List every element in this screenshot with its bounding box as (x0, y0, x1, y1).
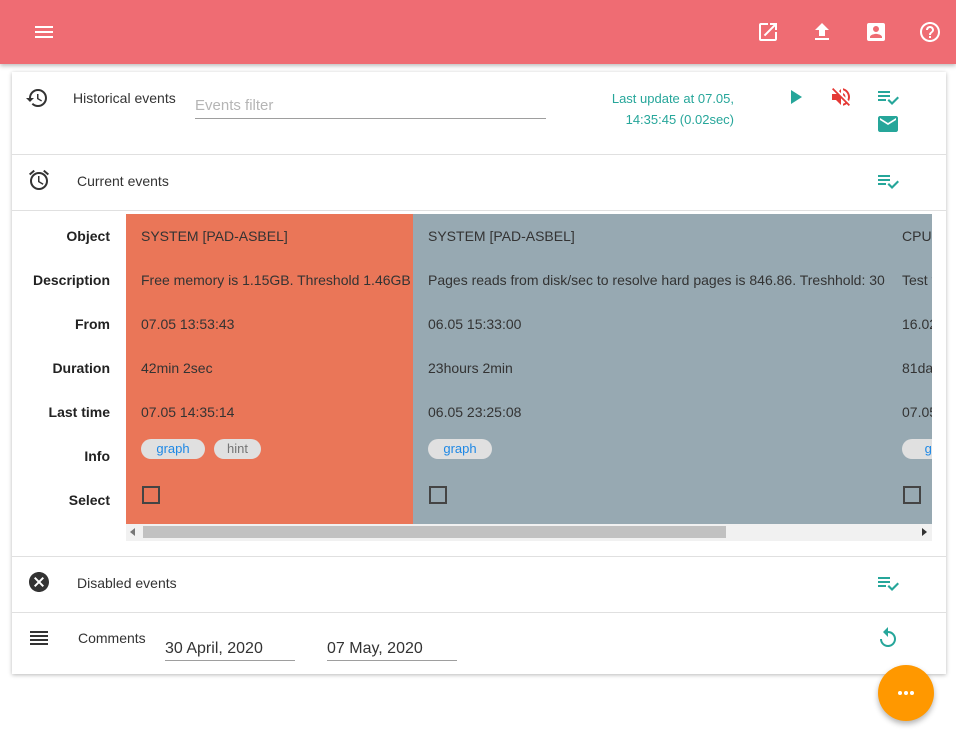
volume-off-icon[interactable] (829, 85, 853, 109)
comments-row: Comments (12, 613, 946, 674)
current-events-row: Current events (12, 155, 946, 211)
event-column: SYSTEM [PAD-ASBEL] Free memory is 1.15GB… (126, 214, 413, 524)
label-last-time: Last time (48, 404, 110, 420)
event-last-time: 07.05 14:35:14 (141, 404, 235, 420)
date-from-input[interactable] (165, 637, 295, 661)
more-horiz-icon (898, 691, 914, 695)
event-description: Pages reads from disk/sec to resolve har… (428, 272, 885, 288)
graph-chip[interactable]: graph (141, 439, 205, 459)
last-update-status: Last update at 07.05, 14:35:45 (0.02sec) (572, 88, 734, 130)
events-filter-input[interactable] (195, 88, 546, 119)
label-select: Select (68, 492, 110, 508)
play-icon[interactable] (783, 85, 807, 109)
contact-icon[interactable] (864, 20, 888, 44)
event-duration: 81da (902, 360, 932, 376)
menu-icon[interactable] (32, 20, 56, 44)
comments-title: Comments (78, 630, 146, 646)
event-object: SYSTEM [PAD-ASBEL] (141, 228, 288, 244)
hint-chip[interactable]: hint (214, 439, 261, 459)
app-toolbar (0, 0, 956, 64)
last-update-line-2: 14:35:45 (0.02sec) (625, 112, 734, 127)
last-update-line-1: Last update at 07.05, (611, 91, 734, 106)
scrollbar-thumb[interactable] (143, 526, 726, 538)
disabled-events-row: Disabled events (12, 556, 946, 613)
history-icon (25, 86, 49, 110)
help-icon[interactable] (918, 20, 942, 44)
graph-chip[interactable]: graph (428, 439, 492, 459)
event-column: CPU Test v 16.02 81da 07.05 gra (887, 214, 932, 524)
current-events-title: Current events (77, 173, 169, 189)
select-checkbox[interactable] (903, 486, 921, 504)
label-from: From (75, 316, 110, 332)
scroll-left-arrow[interactable] (130, 528, 135, 536)
playlist-check-icon[interactable] (876, 85, 900, 109)
event-last-time: 07.05 (902, 404, 932, 420)
date-to-input[interactable] (327, 637, 457, 661)
cancel-icon (27, 570, 51, 594)
event-duration: 42min 2sec (141, 360, 213, 376)
playlist-check-icon[interactable] (876, 169, 900, 193)
event-column: SYSTEM [PAD-ASBEL] Pages reads from disk… (413, 214, 932, 524)
select-checkbox[interactable] (142, 486, 160, 504)
open-in-new-icon[interactable] (756, 20, 780, 44)
historical-events-title: Historical events (73, 90, 176, 106)
upload-icon[interactable] (810, 20, 834, 44)
event-description: Free memory is 1.15GB. Threshold 1.46GB (141, 272, 411, 288)
email-icon[interactable] (876, 112, 900, 136)
event-last-time: 06.05 23:25:08 (428, 404, 522, 420)
playlist-check-icon[interactable] (876, 571, 900, 595)
event-from: 07.05 13:53:43 (141, 316, 235, 332)
alarm-icon (27, 168, 51, 192)
graph-chip[interactable]: gra (902, 439, 932, 459)
event-object: SYSTEM [PAD-ASBEL] (428, 228, 575, 244)
notes-icon (27, 626, 51, 650)
event-duration: 23hours 2min (428, 360, 513, 376)
refresh-icon[interactable] (876, 626, 900, 650)
event-from: 16.02 (902, 316, 932, 332)
events-scroll-area[interactable]: SYSTEM [PAD-ASBEL] Free memory is 1.15GB… (126, 214, 932, 524)
label-description: Description (32, 272, 110, 288)
event-description: Test v (902, 272, 932, 288)
events-card: Historical events Last update at 07.05, … (12, 72, 946, 674)
more-actions-button[interactable] (878, 665, 934, 721)
label-object: Object (66, 228, 110, 244)
disabled-events-title: Disabled events (77, 575, 177, 591)
historical-events-row: Historical events Last update at 07.05, … (12, 72, 946, 155)
horizontal-scrollbar[interactable] (126, 524, 932, 541)
scroll-right-arrow[interactable] (922, 528, 927, 536)
label-duration: Duration (52, 360, 110, 376)
event-from: 06.05 15:33:00 (428, 316, 522, 332)
select-checkbox[interactable] (429, 486, 447, 504)
event-object: CPU (902, 228, 932, 244)
label-info: Info (84, 448, 110, 464)
